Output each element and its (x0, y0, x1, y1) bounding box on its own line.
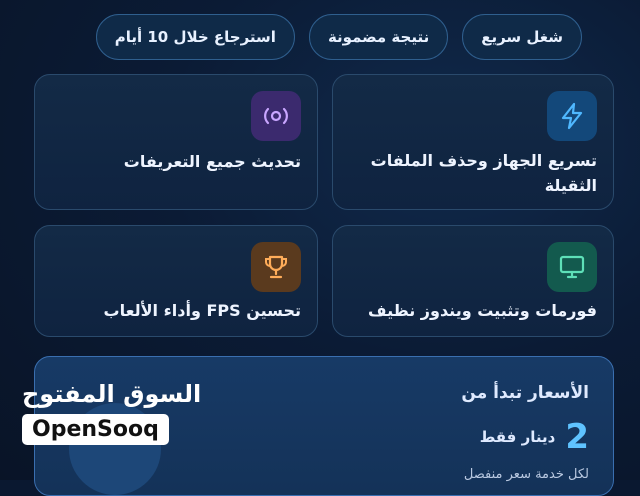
monitor-icon (547, 242, 597, 292)
radio-signal-icon (251, 91, 301, 141)
feature-pill-refund[interactable]: استرجاع خلال 10 أيام (95, 14, 295, 60)
feature-pill-fast[interactable]: شغل سريع (462, 14, 582, 60)
trophy-icon (251, 242, 301, 292)
service-card-gaming[interactable]: تحسين FPS وأداء الألعاب (34, 225, 318, 337)
service-card-drivers[interactable]: تحديث جميع التعريفات (34, 74, 318, 210)
lightning-icon (547, 91, 597, 141)
service-card-title: تسريع الجهاز وحذف الملفات الثقيلة (370, 151, 597, 195)
service-card-format[interactable]: فورمات وتثبيت ويندوز نظيف (332, 225, 614, 337)
opensooq-watermark: السوق المفتوح OpenSooq (22, 380, 201, 445)
feature-pills: شغل سريع نتيجة مضمونة استرجاع خلال 10 أي… (74, 14, 582, 60)
pricing-heading: الأسعار تبدأ من (461, 383, 589, 403)
service-card-speedup[interactable]: تسريع الجهاز وحذف الملفات الثقيلة (332, 74, 614, 210)
service-card-title: تحسين FPS وأداء الألعاب (103, 301, 301, 320)
service-card-title: تحديث جميع التعريفات (123, 152, 301, 171)
watermark-latin: OpenSooq (22, 414, 169, 445)
watermark-arabic: السوق المفتوح (22, 380, 202, 408)
pricing-amount: 2 (565, 417, 589, 457)
pricing-unit: دينار فقط (479, 428, 556, 446)
service-card-title: فورمات وتثبيت ويندوز نظيف (368, 301, 597, 320)
pricing-amount-row: 2 دينار فقط (480, 417, 589, 457)
feature-pill-guaranteed[interactable]: نتيجة مضمونة (308, 14, 449, 60)
